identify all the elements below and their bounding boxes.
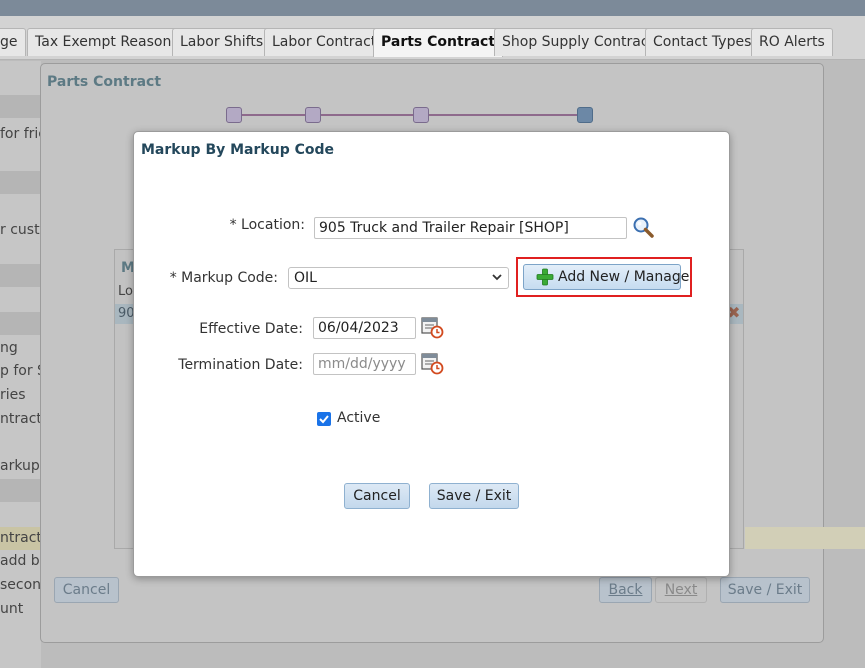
calendar-clock-icon[interactable]: [420, 315, 444, 339]
check-icon: [319, 415, 329, 424]
list-row: ries: [0, 387, 26, 403]
list-row: for frien: [0, 126, 41, 142]
list-row: [0, 264, 41, 287]
tab-parts-contract[interactable]: Parts Contract: [373, 28, 504, 57]
search-icon[interactable]: [632, 216, 656, 240]
wizard-title: Parts Contract: [47, 74, 162, 90]
tab-labor-contract[interactable]: Labor Contract: [264, 28, 385, 56]
plus-icon: [536, 268, 554, 286]
tab-bar: ge Tax Exempt Reasons Labor Shifts Labor…: [0, 16, 865, 60]
background-list: for frien r custo ng p for S ries ntract…: [0, 61, 41, 668]
markup-code-label: * Markup Code:: [169, 270, 278, 286]
list-row: add bu: [0, 553, 41, 569]
location-label: * Location:: [229, 217, 305, 233]
wizard-step-line: [233, 114, 585, 116]
location-input[interactable]: 905 Truck and Trailer Repair [SHOP]: [314, 217, 627, 239]
active-checkbox[interactable]: [317, 412, 331, 426]
window-top-strip: [0, 0, 865, 16]
cancel-button[interactable]: Cancel: [344, 483, 410, 509]
tab-ro-alerts[interactable]: RO Alerts: [751, 28, 833, 56]
tab-labor-shifts[interactable]: Labor Shifts: [172, 28, 272, 56]
list-row: p for S: [0, 363, 41, 379]
tab-tax-exempt-reasons[interactable]: Tax Exempt Reasons: [27, 28, 187, 56]
termination-date-input[interactable]: mm/dd/yyyy: [313, 353, 416, 375]
list-row: unt: [0, 601, 24, 617]
list-row: r custo: [0, 222, 41, 238]
list-row: ntract 2: [0, 527, 41, 550]
tab-contact-types[interactable]: Contact Types: [645, 28, 760, 56]
save-exit-button[interactable]: Save / Exit: [429, 483, 519, 509]
list-row: arkup: [0, 458, 40, 474]
list-row: [0, 171, 41, 194]
add-new-manage-button[interactable]: Add New / Manage: [523, 264, 689, 290]
markup-code-value: OIL: [294, 270, 317, 286]
wizard-step-3[interactable]: [413, 107, 429, 123]
wizard-step-1[interactable]: [226, 107, 242, 123]
list-row: [0, 95, 41, 118]
markup-code-select[interactable]: OIL: [288, 267, 509, 289]
wizard-save-exit-button[interactable]: Save / Exit: [720, 577, 810, 603]
highlight-strip: [745, 527, 865, 549]
tab-shop-supply-contract[interactable]: Shop Supply Contract: [494, 28, 663, 56]
list-row: second: [0, 577, 41, 593]
markup-by-code-dialog: Markup By Markup Code * Location: 905 Tr…: [133, 131, 730, 577]
list-row: ntract: [0, 411, 41, 427]
effective-date-label: Effective Date:: [199, 321, 303, 337]
dialog-title: Markup By Markup Code: [141, 142, 334, 158]
list-row: ng: [0, 340, 18, 356]
active-label: Active: [337, 410, 381, 426]
add-new-manage-label: Add New / Manage: [558, 269, 690, 285]
wizard-step-2[interactable]: [305, 107, 321, 123]
inner-panel-subtitle: Lo: [118, 284, 133, 299]
calendar-clock-icon[interactable]: [420, 351, 444, 375]
wizard-step-4[interactable]: [577, 107, 593, 123]
termination-date-label: Termination Date:: [178, 357, 303, 373]
list-row: [0, 479, 41, 502]
wizard-cancel-button[interactable]: Cancel: [54, 577, 119, 603]
tab-partial[interactable]: ge: [0, 28, 26, 56]
list-row: [0, 312, 41, 335]
effective-date-input[interactable]: 06/04/2023: [313, 317, 416, 339]
chevron-down-icon: [492, 274, 502, 281]
wizard-back-button[interactable]: Back: [599, 577, 652, 603]
wizard-next-button[interactable]: Next: [655, 577, 707, 603]
